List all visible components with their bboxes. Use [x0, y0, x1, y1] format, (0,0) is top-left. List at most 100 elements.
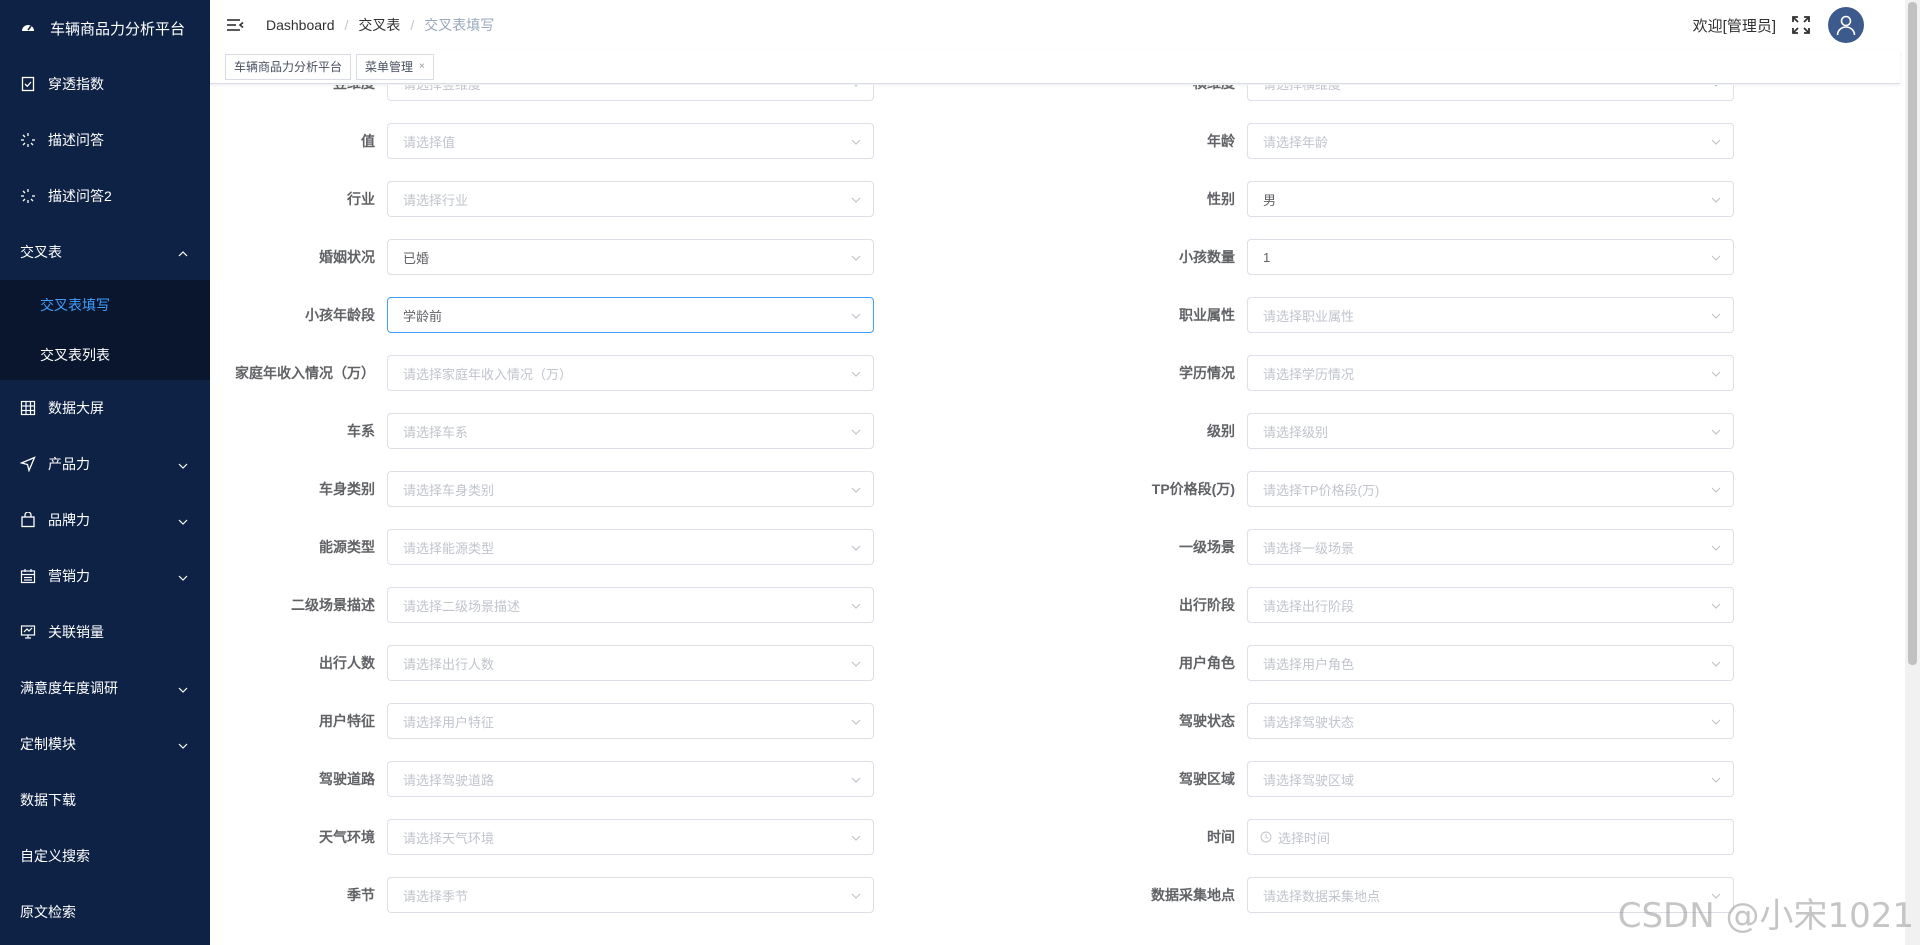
loading-icon: [20, 188, 36, 204]
fullscreen-icon[interactable]: [1792, 16, 1810, 34]
select-field[interactable]: 请选择职业属性: [1247, 297, 1734, 333]
form-item: 驾驶区域 请选择驾驶区域: [210, 761, 1734, 797]
breadcrumb-dashboard[interactable]: Dashboard: [266, 17, 335, 33]
sidebar-item-label: 自定义搜索: [20, 848, 90, 864]
select-placeholder: 请选择驾驶状态: [1263, 714, 1355, 730]
page-scrollbar[interactable]: [1905, 0, 1920, 945]
select-field[interactable]: 请选择级别: [1247, 413, 1734, 449]
sidebar-subitem-cross-table-list[interactable]: 交叉表列表: [0, 330, 210, 380]
form-label: TP价格段(万): [1151, 481, 1235, 497]
sidebar-item-product-power[interactable]: 产品力: [0, 436, 210, 492]
sidebar-logo[interactable]: 车辆商品力分析平台: [0, 0, 210, 56]
sidebar-item-brand-power[interactable]: 品牌力: [0, 492, 210, 548]
form-label: 性别: [1207, 191, 1235, 207]
select-field[interactable]: 请选择横维度: [1247, 85, 1734, 101]
cross-table-form: 竖维度请选择竖维度值请选择值行业请选择行业婚姻状况已婚小孩年龄段学龄前家庭年收入…: [210, 85, 1900, 945]
chevron-down-icon: [1711, 425, 1721, 435]
sidebar-item-label: 满意度年度调研: [20, 680, 118, 696]
select-field[interactable]: 请选择用户角色: [1247, 645, 1734, 681]
chevron-down-icon: [1711, 773, 1721, 783]
sidebar-item-label: 交叉表: [20, 244, 62, 260]
sidebar-item-cross-table[interactable]: 交叉表: [0, 224, 210, 280]
sidebar-item-penetration-index[interactable]: 穿透指数: [0, 56, 210, 112]
select-field[interactable]: 请选择年龄: [1247, 123, 1734, 159]
select-field[interactable]: 请选择TP价格段(万): [1247, 471, 1734, 507]
chevron-down-icon: [1711, 367, 1721, 377]
chevron-down-icon: [178, 570, 188, 581]
chevron-down-icon: [1711, 85, 1721, 87]
form-item: 数据采集地点 请选择数据采集地点: [210, 877, 1734, 913]
chevron-up-icon: [178, 246, 188, 257]
sidebar-subitem-cross-table-fill[interactable]: 交叉表填写: [0, 280, 210, 330]
form-label: 驾驶区域: [1179, 771, 1235, 787]
chevron-down-icon: [178, 682, 188, 693]
select-field[interactable]: 请选择驾驶区域: [1247, 761, 1734, 797]
sidebar-item-label: 产品力: [48, 456, 90, 472]
sidebar-item-data-screen[interactable]: 数据大屏: [0, 380, 210, 436]
select-placeholder: 请选择用户角色: [1263, 656, 1355, 672]
tag-label: 菜单管理: [365, 60, 414, 74]
sidebar-item-describe-qa-2[interactable]: 描述问答2: [0, 168, 210, 224]
hamburger-icon[interactable]: [226, 17, 244, 33]
sidebar: 车辆商品力分析平台 穿透指数 描述问答 描述问答2 交叉表 交叉表填写 交叉表列…: [0, 0, 210, 945]
sidebar-item-label: 穿透指数: [48, 76, 104, 92]
breadcrumb-cross-table[interactable]: 交叉表: [358, 15, 400, 35]
logo-title: 车辆商品力分析平台: [50, 20, 186, 38]
form-item: 级别 请选择级别: [210, 413, 1734, 449]
top-navbar: Dashboard / 交叉表 / 交叉表填写 欢迎[管理员]: [210, 0, 1900, 50]
form-label: 数据采集地点: [1151, 887, 1235, 903]
tag-platform[interactable]: 车辆商品力分析平台: [225, 53, 352, 80]
user-avatar[interactable]: [1828, 7, 1864, 43]
form-item: 驾驶状态 请选择驾驶状态: [210, 703, 1734, 739]
form-label: 用户角色: [1179, 655, 1235, 671]
select-field[interactable]: 请选择一级场景: [1247, 529, 1734, 565]
sidebar-item-original-search[interactable]: 原文检索: [0, 884, 210, 940]
form-label: 时间: [1207, 829, 1235, 845]
form-item: 学历情况 请选择学历情况: [210, 355, 1734, 391]
form-label: 一级场景: [1179, 539, 1235, 555]
select-placeholder: 请选择数据采集地点: [1263, 888, 1381, 904]
select-placeholder: 请选择级别: [1263, 424, 1329, 440]
select-placeholder: 请选择学历情况: [1263, 366, 1355, 382]
select-placeholder: 请选择年龄: [1263, 134, 1329, 150]
breadcrumb-separator: /: [410, 17, 415, 33]
document-check-icon: [20, 76, 36, 92]
sidebar-item-custom-module[interactable]: 定制模块: [0, 716, 210, 772]
sidebar-item-satisfaction-survey[interactable]: 满意度年度调研: [0, 660, 210, 716]
sidebar-item-custom-search[interactable]: 自定义搜索: [0, 828, 210, 884]
sidebar-item-label: 关联销量: [48, 624, 104, 640]
form-label: 横维度: [210, 85, 1247, 93]
send-icon: [20, 456, 36, 472]
watermark: CSDN @小宋1021: [1617, 896, 1914, 936]
chevron-down-icon: [1711, 193, 1721, 203]
time-picker[interactable]: 选择时间: [1247, 819, 1734, 855]
clock-icon: [1260, 831, 1272, 843]
close-icon[interactable]: ×: [419, 61, 425, 72]
select-field[interactable]: 请选择驾驶状态: [1247, 703, 1734, 739]
select-field[interactable]: 1: [1247, 239, 1734, 275]
chevron-down-icon: [1711, 483, 1721, 493]
chevron-down-icon: [1711, 715, 1721, 725]
breadcrumb-current: 交叉表填写: [424, 17, 495, 33]
chevron-down-icon: [1711, 599, 1721, 609]
select-placeholder: 请选择出行阶段: [1263, 598, 1355, 614]
select-field[interactable]: 请选择出行阶段: [1247, 587, 1734, 623]
tag-menu-management[interactable]: 菜单管理 ×: [356, 53, 434, 80]
sidebar-item-describe-qa[interactable]: 描述问答: [0, 112, 210, 168]
select-value: 男: [1263, 192, 1277, 208]
scrollbar-thumb[interactable]: [1908, 2, 1917, 665]
sidebar-item-related-sales[interactable]: 关联销量: [0, 604, 210, 660]
form-label: 学历情况: [1179, 365, 1235, 381]
select-field[interactable]: 请选择学历情况: [1247, 355, 1734, 391]
select-placeholder: 请选择一级场景: [1263, 540, 1355, 556]
sidebar-item-data-download[interactable]: 数据下载: [0, 772, 210, 828]
select-placeholder: 请选择横维度: [1263, 85, 1341, 93]
chevron-down-icon: [1711, 309, 1721, 319]
sidebar-item-marketing-power[interactable]: 营销力: [0, 548, 210, 604]
sidebar-item-label: 品牌力: [48, 512, 90, 528]
select-field[interactable]: 男: [1247, 181, 1734, 217]
form-item: 出行阶段 请选择出行阶段: [210, 587, 1734, 623]
sidebar-item-label: 数据大屏: [48, 400, 104, 416]
form-item: 横维度 请选择横维度: [210, 85, 1734, 101]
form-label: 小孩数量: [1179, 249, 1235, 265]
